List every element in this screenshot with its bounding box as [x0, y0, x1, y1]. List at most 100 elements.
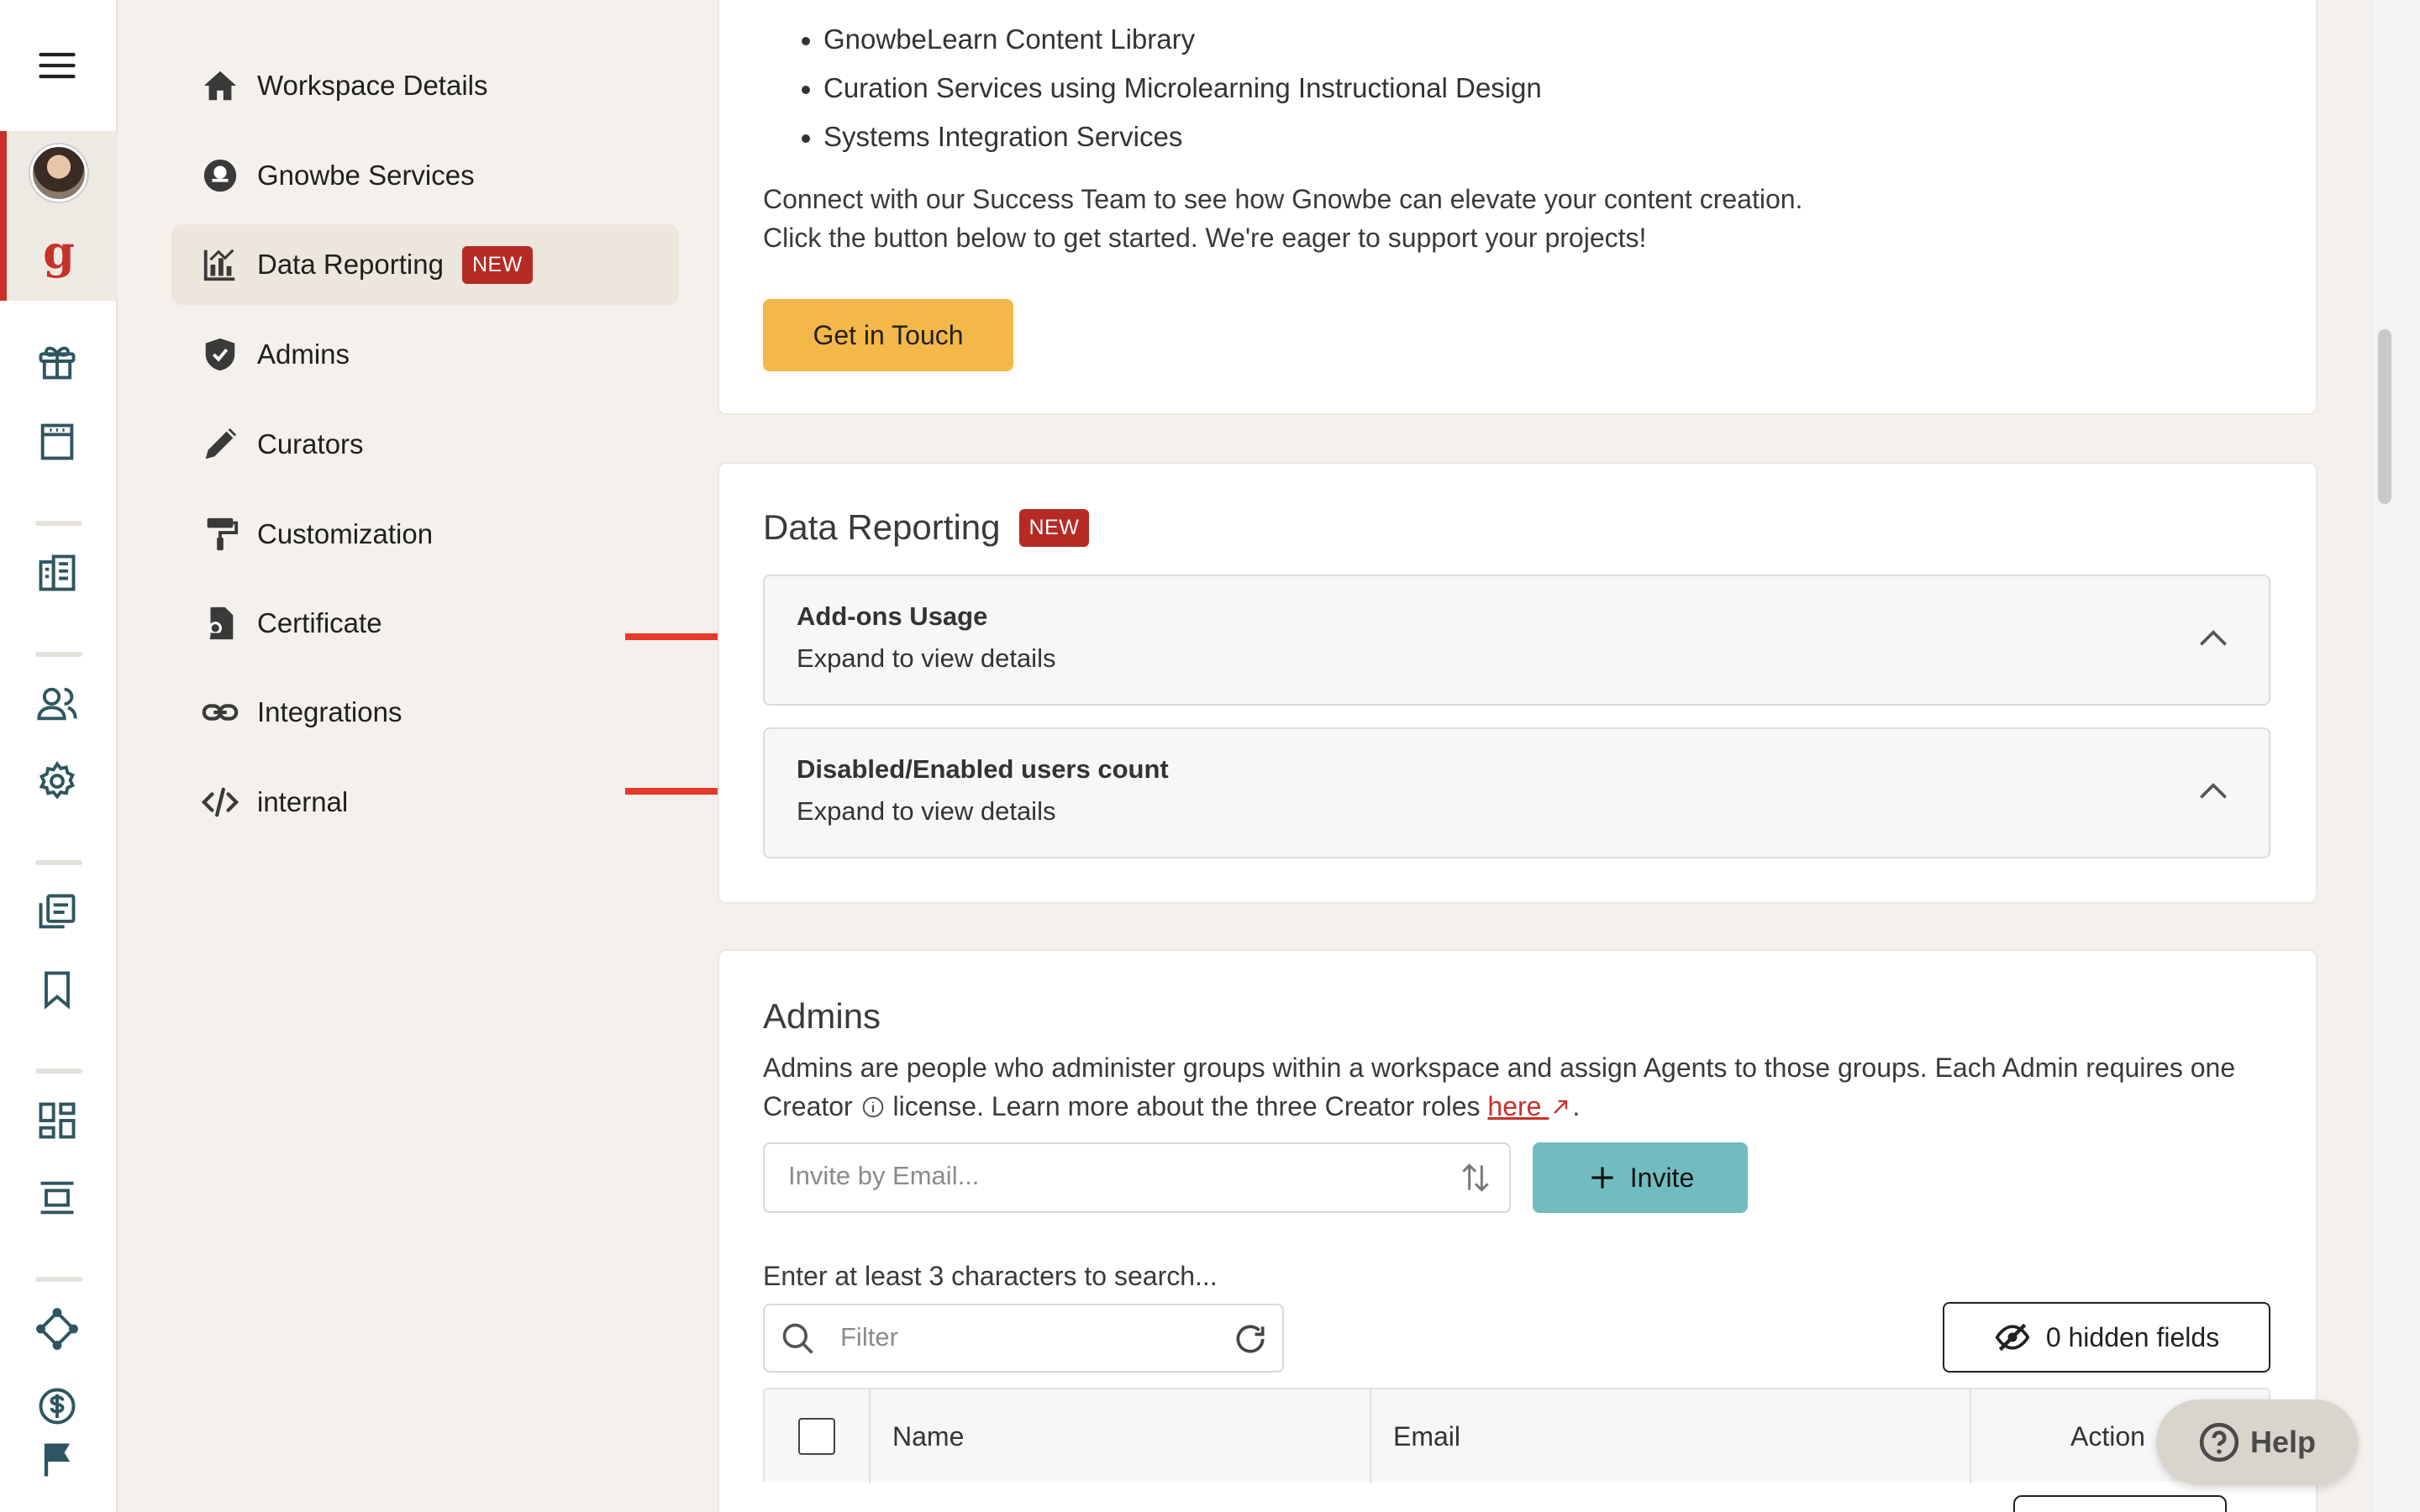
shield-icon [200, 334, 240, 375]
sidebar-item-admins[interactable]: Admins [171, 314, 679, 395]
sidebar-item-integrations[interactable]: Integrations [171, 672, 679, 753]
help-button[interactable]: Help [2156, 1399, 2358, 1485]
gift-icon[interactable] [29, 333, 86, 390]
input-placeholder: Filter [840, 1322, 898, 1352]
scrollbar-track[interactable] [2371, 0, 2420, 1512]
sidebar-item-label: Gnowbe Services [257, 160, 475, 191]
sidebar-item-customization[interactable]: Customization [171, 494, 679, 575]
sidebar-item-data-reporting[interactable]: Data Reporting NEW [171, 224, 679, 305]
certificate-icon [200, 603, 240, 643]
app-rail: g [0, 0, 118, 1512]
section-title: Data Reporting [763, 507, 1001, 547]
data-reporting-header: Data Reporting NEW [763, 507, 1090, 548]
dollar-icon[interactable] [29, 1378, 86, 1435]
services-line-2: Click the button below to get started. W… [763, 223, 1647, 253]
eye-off-icon [1995, 1323, 2030, 1352]
layout-icon[interactable] [29, 1169, 86, 1226]
input-placeholder: Invite by Email... [788, 1161, 980, 1190]
column-divider [869, 1389, 871, 1483]
row-action-button[interactable] [2013, 1495, 2227, 1512]
admins-desc-line-2: Creator license. Learn more about the th… [763, 1091, 1581, 1121]
addons-usage-accordion[interactable]: Add-ons Usage Expand to view details [763, 575, 2270, 706]
scrollbar-thumb[interactable] [2378, 329, 2391, 504]
refresh-icon[interactable] [1232, 1320, 1269, 1357]
sidebar-item-internal[interactable]: internal [171, 762, 679, 843]
rail-divider [35, 652, 82, 657]
column-divider [1370, 1389, 1371, 1483]
list-item: GnowbeLearn Content Library [802, 15, 1542, 64]
admins-description: Admins are people who administer groups … [763, 1048, 2275, 1126]
sidebar-item-label: Integrations [257, 696, 402, 727]
avatar[interactable] [30, 144, 87, 202]
accordion-subtitle: Expand to view details [797, 643, 1056, 673]
sidebar-item-curators[interactable]: Curators [171, 404, 679, 485]
users-count-accordion[interactable]: Disabled/Enabled users count Expand to v… [763, 727, 2270, 858]
pencil-icon [200, 424, 240, 465]
column-header-action: Action [2070, 1421, 2145, 1452]
hamburger-menu-icon[interactable] [29, 37, 86, 94]
code-icon [200, 782, 240, 822]
paint-roller-icon [200, 514, 240, 554]
hidden-fields-button[interactable]: 0 hidden fields [1943, 1302, 2270, 1373]
filter-input[interactable]: Filter [763, 1304, 1284, 1373]
admins-desc-line-1: Admins are people who administer groups … [763, 1053, 2236, 1083]
here-link[interactable]: here [1487, 1091, 1572, 1121]
sidebar-item-label: Admins [257, 339, 350, 370]
invite-button-label: Invite [1629, 1162, 1695, 1193]
sidebar-item-certificate[interactable]: Certificate [171, 583, 679, 664]
help-label: Help [2249, 1425, 2316, 1459]
services-list: GnowbeLearn Content Library Curation Ser… [802, 15, 1542, 161]
invite-button[interactable]: Invite [1533, 1142, 1748, 1213]
external-link-icon [1554, 1100, 1568, 1114]
new-badge: NEW [1018, 508, 1090, 547]
search-hint: Enter at least 3 characters to search... [763, 1261, 1218, 1291]
dashboard-icon[interactable] [29, 544, 86, 601]
get-in-touch-button[interactable]: Get in Touch [763, 299, 1013, 371]
license-text: license. Learn more about the three Crea… [892, 1091, 1481, 1121]
library-icon[interactable] [29, 884, 86, 941]
sidebar-item-label: Customization [257, 518, 434, 549]
accordion-title: Disabled/Enabled users count [797, 754, 1169, 784]
services-line-1: Connect with our Success Team to see how… [763, 184, 1803, 214]
sidebar-item-gnowbe-services[interactable]: Gnowbe Services [171, 135, 679, 216]
sidebar-item-label: Data Reporting [257, 249, 444, 280]
info-icon[interactable] [860, 1095, 886, 1120]
accordion-subtitle: Expand to view details [797, 796, 1056, 826]
chevron-up-icon[interactable] [2195, 620, 2232, 657]
settings-icon[interactable] [29, 753, 86, 810]
link-icon [200, 692, 240, 732]
building-icon[interactable] [29, 413, 86, 470]
sidebar-item-label: Workspace Details [257, 70, 488, 101]
sidebar-item-label: Curators [257, 428, 364, 459]
services-icon [200, 155, 240, 196]
rail-divider [35, 860, 82, 865]
rail-divider [35, 1277, 82, 1282]
home-icon [200, 66, 240, 106]
section-title: Admins [763, 996, 881, 1036]
list-item: Curation Services using Microlearning In… [802, 64, 1542, 113]
select-all-checkbox[interactable] [798, 1418, 835, 1455]
invite-email-input[interactable]: Invite by Email... [763, 1142, 1511, 1213]
sort-icon [1462, 1163, 1489, 1192]
creator-term: Creator [763, 1091, 853, 1121]
bookmark-icon[interactable] [29, 961, 86, 1018]
services-description: Connect with our Success Team to see how… [763, 180, 1802, 257]
apps-icon[interactable] [29, 1092, 86, 1149]
rail-divider [35, 521, 82, 526]
flag-icon[interactable] [29, 1431, 86, 1488]
column-header-name[interactable]: Name [892, 1389, 964, 1483]
accordion-title: Add-ons Usage [797, 601, 988, 631]
sidebar-item-label: internal [257, 786, 349, 817]
list-item: Systems Integration Services [802, 113, 1542, 161]
sidebar-item-workspace-details[interactable]: Workspace Details [171, 45, 679, 126]
gnowbe-logo-icon[interactable]: g [39, 228, 79, 276]
rail-active-indicator [0, 131, 7, 301]
rail-divider [35, 1068, 82, 1074]
column-header-email[interactable]: Email [1393, 1389, 1460, 1483]
admins-table-header: Name Email Action [763, 1388, 2270, 1483]
new-badge: NEW [461, 245, 533, 284]
users-icon[interactable] [29, 675, 86, 732]
search-icon [782, 1323, 813, 1354]
network-icon[interactable] [29, 1300, 86, 1357]
chevron-up-icon[interactable] [2195, 773, 2232, 810]
